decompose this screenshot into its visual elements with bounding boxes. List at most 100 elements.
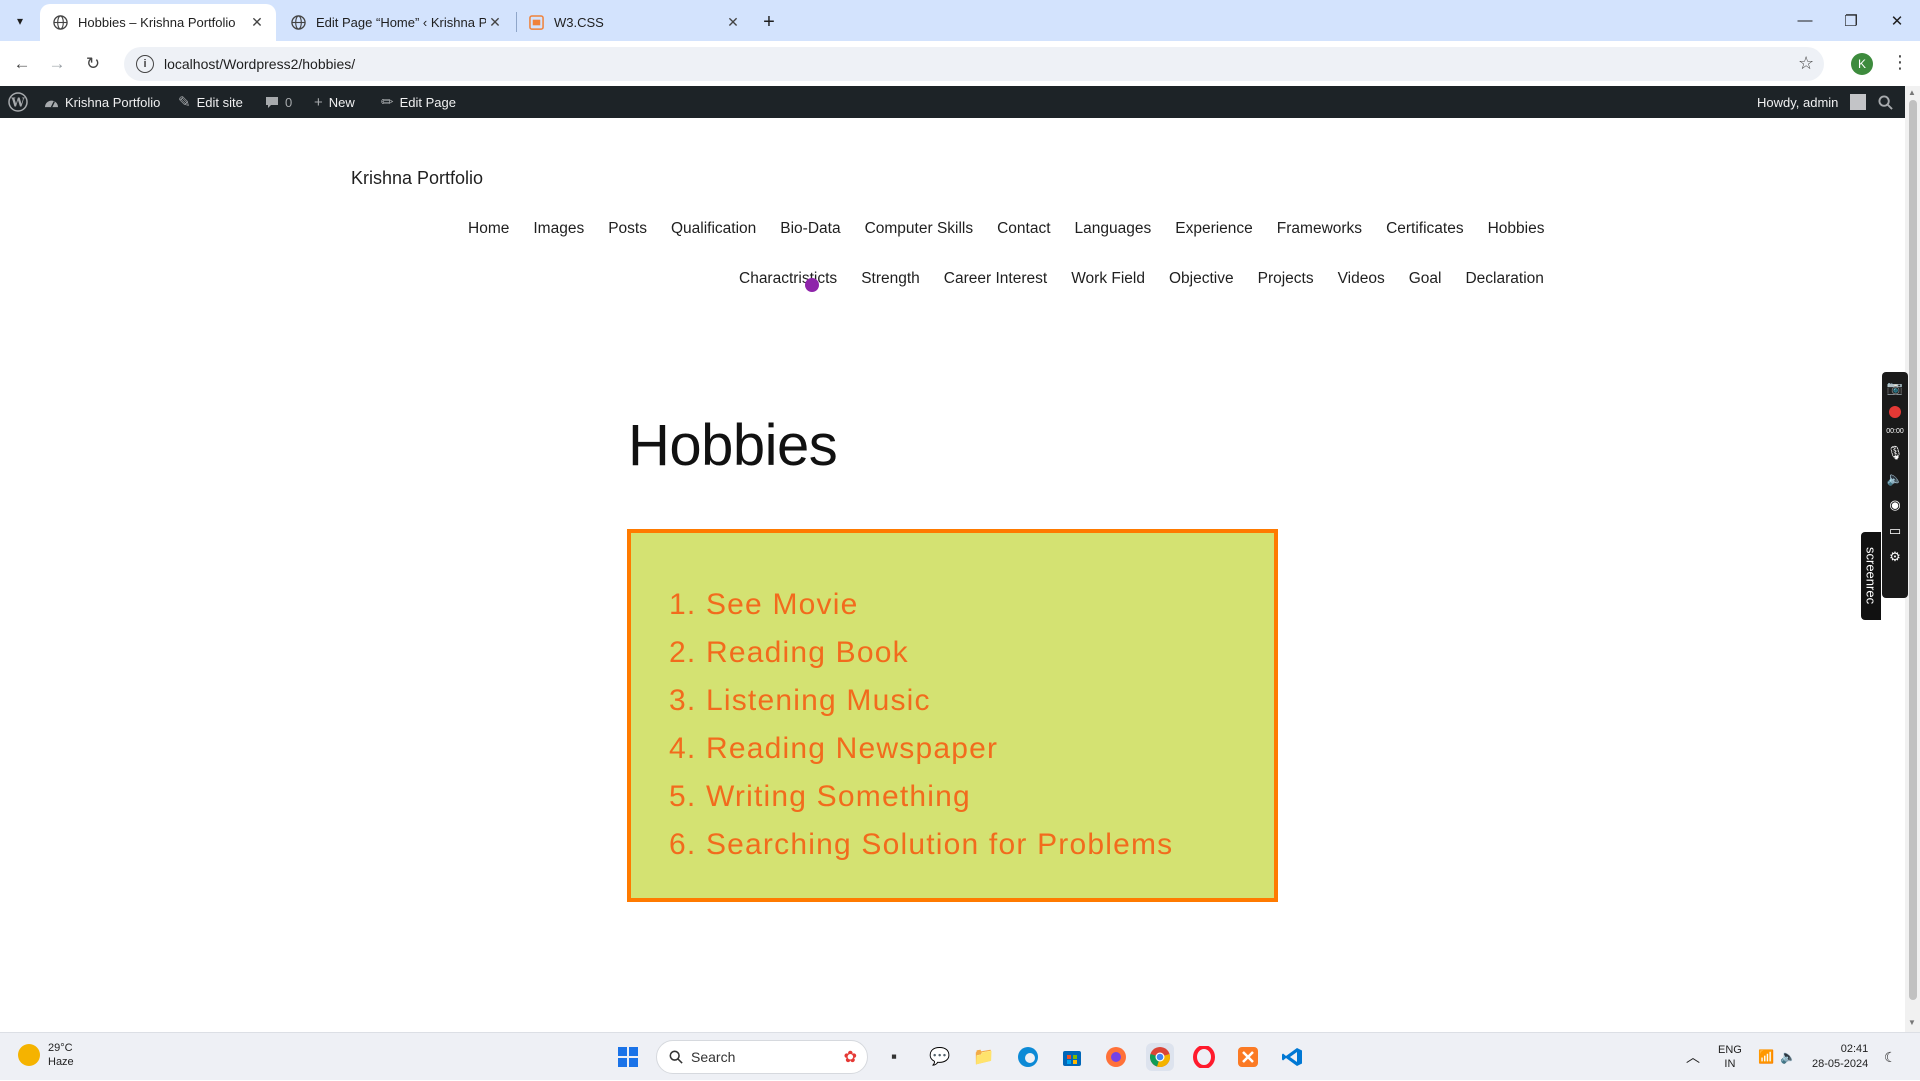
screenrec-tab[interactable]: screenrec	[1861, 532, 1881, 620]
adminbar-my-account[interactable]: Howdy, admin	[1757, 86, 1867, 118]
volume-icon[interactable]: 🔈	[1780, 1033, 1796, 1081]
nav-item-images[interactable]: Images	[533, 220, 584, 238]
adminbar-new[interactable]: + New	[314, 86, 355, 118]
forward-button[interactable]: →	[44, 51, 70, 77]
reload-button[interactable]: ↻	[80, 51, 106, 77]
site-title[interactable]: Krishna Portfolio	[351, 168, 483, 189]
globe-icon	[52, 15, 68, 31]
wifi-icon[interactable]: 📶	[1758, 1033, 1774, 1081]
new-tab-button[interactable]: +	[756, 9, 782, 35]
search-icon	[669, 1050, 683, 1064]
screen-icon[interactable]: ▭	[1889, 523, 1901, 539]
tab-close-icon[interactable]: ✕	[486, 14, 504, 32]
browser-tabstrip: ▾ Hobbies – Krishna Portfolio ✕ Edit Pag…	[0, 0, 1920, 41]
nav-item-strength[interactable]: Strength	[861, 270, 920, 288]
tab-hobbies[interactable]: Hobbies – Krishna Portfolio ✕	[40, 4, 276, 41]
adminbar-comments[interactable]: 0	[265, 86, 292, 118]
nav-item-experience[interactable]: Experience	[1175, 220, 1253, 238]
nav-item-contact[interactable]: Contact	[997, 220, 1050, 238]
nav-item-posts[interactable]: Posts	[608, 220, 647, 238]
weather-desc: Haze	[48, 1056, 74, 1068]
page-title: Hobbies	[628, 413, 838, 478]
opera-icon[interactable]	[1190, 1043, 1218, 1071]
back-button[interactable]: ←	[9, 51, 35, 77]
nav-item-declaration[interactable]: Declaration	[1465, 270, 1543, 288]
address-url: localhost/Wordpress2/hobbies/	[164, 56, 356, 72]
notifications-moon-icon[interactable]: ☾	[1884, 1033, 1897, 1081]
comment-bubble-icon	[265, 96, 279, 109]
teams-chat-icon[interactable]: 💬	[926, 1043, 954, 1071]
adminbar-new-label: New	[328, 94, 355, 110]
record-timer: 00:00	[1886, 428, 1904, 435]
list-item: 4. Reading Newspaper	[669, 732, 999, 765]
adminbar-search-icon[interactable]	[1878, 86, 1893, 118]
browser-menu-icon[interactable]: ⋮	[1891, 52, 1909, 73]
show-hidden-icons-chevron-icon[interactable]: ︿	[1686, 1033, 1700, 1081]
scroll-thumb[interactable]	[1909, 100, 1917, 1000]
adminbar-edit-site-label: Edit site	[196, 94, 243, 110]
restore-button[interactable]: ❐	[1828, 0, 1874, 41]
chrome-icon[interactable]	[1146, 1043, 1174, 1071]
settings-gear-icon[interactable]: ⚙	[1889, 549, 1901, 565]
vscode-icon[interactable]	[1278, 1043, 1306, 1071]
wordpress-logo-icon[interactable]: W	[8, 86, 28, 118]
nav-item-computer-skills[interactable]: Computer Skills	[865, 220, 974, 238]
tab-edit-page-home[interactable]: Edit Page “Home” ‹ Krishna Por ✕	[278, 4, 514, 41]
record-icon[interactable]	[1889, 406, 1901, 418]
taskbar-search[interactable]: Search ✿	[656, 1040, 868, 1074]
adminbar-site-name[interactable]: Krishna Portfolio	[44, 86, 160, 118]
clock[interactable]: 02:41 28-05-2024	[1812, 1033, 1868, 1081]
edge-browser-icon[interactable]	[1014, 1043, 1042, 1071]
task-view-icon[interactable]: ▪	[880, 1043, 908, 1071]
adminbar-edit-site[interactable]: ✎ Edit site	[178, 86, 243, 118]
microphone-icon[interactable]: 🎙	[1887, 445, 1904, 461]
firefox-icon[interactable]	[1102, 1043, 1130, 1071]
nav-item-bio-data[interactable]: Bio-Data	[780, 220, 840, 238]
tab-close-icon[interactable]: ✕	[724, 14, 742, 32]
tab-search-dropdown[interactable]: ▾	[8, 9, 32, 33]
windows-taskbar: 29°C Haze Search ✿ ▪ 💬 📁 ︿ ENG IN 📶 🔈 02	[0, 1032, 1920, 1080]
nav-item-home[interactable]: Home	[468, 220, 509, 238]
bookmark-star-icon[interactable]: ☆	[1798, 53, 1814, 74]
nav-item-objective[interactable]: Objective	[1169, 270, 1234, 288]
svg-text:W: W	[10, 96, 25, 110]
adminbar-edit-page[interactable]: ✏ Edit Page	[381, 86, 456, 118]
nav-item-goal[interactable]: Goal	[1409, 270, 1442, 288]
address-bar[interactable]: i localhost/Wordpress2/hobbies/	[124, 47, 1824, 81]
microsoft-store-icon[interactable]	[1058, 1043, 1086, 1071]
webcam-icon[interactable]: ◉	[1889, 497, 1900, 513]
brush-icon: ✎	[178, 94, 191, 111]
nav-item-hobbies[interactable]: Hobbies	[1488, 220, 1545, 238]
nav-item-qualification[interactable]: Qualification	[671, 220, 756, 238]
list-item: 2. Reading Book	[669, 636, 909, 669]
weather-widget[interactable]: 29°C Haze	[18, 1041, 74, 1069]
nav-item-projects[interactable]: Projects	[1258, 270, 1314, 288]
nav-item-work-field[interactable]: Work Field	[1071, 270, 1145, 288]
minimize-button[interactable]: —	[1782, 0, 1828, 41]
browser-toolbar: ← → ↻ i localhost/Wordpress2/hobbies/ ☆ …	[0, 41, 1920, 86]
close-window-button[interactable]: ✕	[1874, 0, 1920, 41]
tab-title: Hobbies – Krishna Portfolio	[78, 15, 236, 30]
pencil-icon: ✏	[381, 94, 394, 111]
nav-item-frameworks[interactable]: Frameworks	[1277, 220, 1362, 238]
adminbar-edit-page-label: Edit Page	[399, 94, 456, 110]
nav-item-certificates[interactable]: Certificates	[1386, 220, 1464, 238]
hobbies-box: 1. See Movie 2. Reading Book 3. Listenin…	[627, 529, 1278, 902]
site-info-icon[interactable]: i	[136, 55, 154, 73]
tab-w3css[interactable]: W3.CSS ✕	[516, 4, 752, 41]
nav-item-charactristicts[interactable]: Charactristicts	[739, 270, 837, 288]
tab-close-icon[interactable]: ✕	[248, 14, 266, 32]
scroll-down-icon[interactable]: ▼	[1908, 1018, 1916, 1027]
nav-item-languages[interactable]: Languages	[1075, 220, 1152, 238]
list-item: 1. See Movie	[669, 588, 859, 621]
xampp-icon[interactable]	[1234, 1043, 1262, 1071]
nav-item-videos[interactable]: Videos	[1338, 270, 1385, 288]
nav-item-career-interest[interactable]: Career Interest	[944, 270, 1047, 288]
camera-icon[interactable]: 📷	[1887, 380, 1903, 396]
file-explorer-icon[interactable]: 📁	[970, 1043, 998, 1071]
speaker-icon[interactable]: 🔈	[1887, 471, 1903, 487]
scroll-up-icon[interactable]: ▲	[1908, 88, 1916, 97]
input-language[interactable]: ENG IN	[1718, 1033, 1742, 1081]
start-windows-icon[interactable]	[614, 1043, 642, 1071]
profile-avatar[interactable]: K	[1851, 53, 1873, 75]
